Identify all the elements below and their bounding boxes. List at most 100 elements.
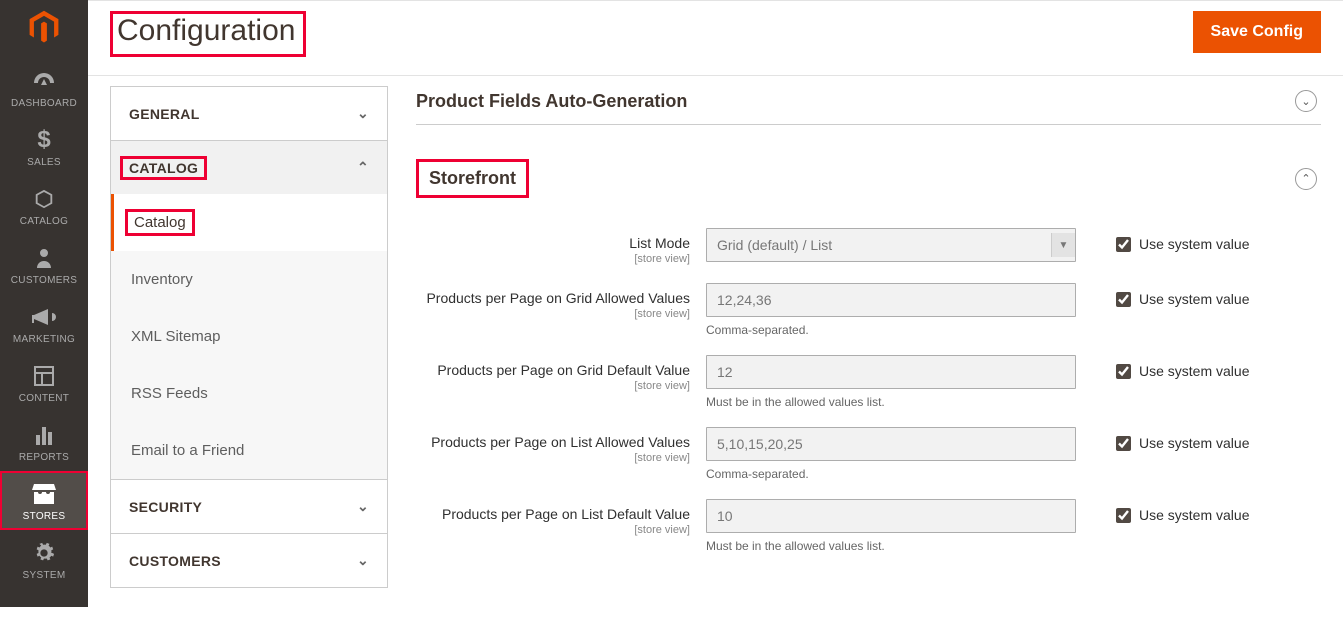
field-control: Must be in the allowed values list. [706,499,1076,553]
nav-marketing[interactable]: MARKETING [0,294,88,353]
fieldset-title: Product Fields Auto-Generation [416,91,687,112]
field-control: Must be in the allowed values list. [706,355,1076,409]
config-item-label: XML Sitemap [131,328,220,345]
config-section-general[interactable]: GENERAL ⌄ [111,87,387,141]
expand-icon[interactable]: ⌄ [1295,90,1317,112]
nav-dashboard[interactable]: DASHBOARD [0,58,88,117]
config-section-label: GENERAL [129,106,200,122]
field-label: Products per Page on Grid Default Value … [416,355,706,392]
gauge-icon [32,68,56,94]
field-control: Comma-separated. [706,283,1076,337]
config-section-label: CUSTOMERS [129,553,221,569]
config-item-catalog[interactable]: Catalog [111,194,387,251]
nav-label: DASHBOARD [11,98,77,109]
grid-default-input[interactable] [706,355,1076,389]
list-default-input[interactable] [706,499,1076,533]
fieldset-title: Storefront [416,159,529,198]
config-item-label: Inventory [131,271,193,288]
use-system-checkbox[interactable] [1116,237,1131,252]
chevron-down-icon: ⌄ [357,498,369,515]
use-system-checkbox[interactable] [1116,508,1131,523]
use-system-checkbox[interactable] [1116,364,1131,379]
use-system-value[interactable]: Use system value [1076,228,1249,252]
field-note: Comma-separated. [706,467,1076,481]
fieldset-product-fields: Product Fields Auto-Generation ⌄ [416,86,1321,125]
nav-stores[interactable]: STORES [0,471,88,530]
grid-allowed-input[interactable] [706,283,1076,317]
fieldset-storefront: Storefront ⌃ List Mode [store view] Grid… [416,155,1321,553]
field-grid-default: Products per Page on Grid Default Value … [416,337,1321,409]
content: GENERAL ⌄ CATALOG ⌃ Catalog [88,76,1343,618]
nav-label: SALES [27,157,61,168]
save-config-button[interactable]: Save Config [1193,11,1321,53]
nav-label: CONTENT [19,393,69,404]
field-label: List Mode [store view] [416,228,706,265]
config-item-email-friend[interactable]: Email to a Friend [111,422,387,479]
fieldset-head[interactable]: Storefront ⌃ [416,155,1321,210]
chevron-up-icon: ⌃ [357,159,369,176]
config-section-catalog[interactable]: CATALOG ⌃ Catalog Inventory XML Sitemap [111,141,387,480]
config-item-label: Email to a Friend [131,442,244,459]
nav-label: SYSTEM [23,570,66,581]
config-item-rss-feeds[interactable]: RSS Feeds [111,365,387,422]
field-control: Grid (default) / List ▼ [706,228,1076,262]
config-item-xml-sitemap[interactable]: XML Sitemap [111,308,387,365]
field-label: Products per Page on Grid Allowed Values… [416,283,706,320]
settings-panel: Product Fields Auto-Generation ⌄ Storefr… [416,86,1321,588]
list-mode-select[interactable]: Grid (default) / List ▼ [706,228,1076,262]
field-list-mode: List Mode [store view] Grid (default) / … [416,210,1321,265]
dollar-icon: $ [37,127,50,153]
use-system-value[interactable]: Use system value [1076,355,1249,379]
chevron-down-icon: ⌄ [357,552,369,569]
page-title-highlight: Configuration [110,11,306,57]
nav-content[interactable]: CONTENT [0,353,88,412]
list-allowed-input[interactable] [706,427,1076,461]
config-section-security[interactable]: SECURITY ⌄ [111,480,387,534]
config-item-label: Catalog [134,214,186,231]
cube-icon [33,186,55,212]
main: Configuration Save Config GENERAL ⌄ CATA… [88,0,1343,618]
field-note: Must be in the allowed values list. [706,539,1076,553]
config-item-inventory[interactable]: Inventory [111,251,387,308]
chevron-down-icon: ▼ [1051,233,1075,257]
nav-customers[interactable]: CUSTOMERS [0,235,88,294]
field-list-allowed: Products per Page on List Allowed Values… [416,409,1321,481]
config-item-highlight: Catalog [125,209,195,236]
bars-icon [34,422,54,448]
config-sub-list: Catalog Inventory XML Sitemap RSS Feeds … [111,194,387,479]
nav-system[interactable]: SYSTEM [0,530,88,589]
admin-sidebar: DASHBOARD $ SALES CATALOG CUSTOMERS MARK… [0,0,88,607]
field-label: Products per Page on List Default Value … [416,499,706,536]
nav-catalog[interactable]: CATALOG [0,176,88,235]
nav-reports[interactable]: REPORTS [0,412,88,471]
select-value: Grid (default) / List [717,237,832,253]
nav-label: REPORTS [19,452,69,463]
fieldset-head[interactable]: Product Fields Auto-Generation ⌄ [416,86,1321,125]
nav-label: MARKETING [13,334,75,345]
use-system-checkbox[interactable] [1116,292,1131,307]
page-header: Configuration Save Config [88,0,1343,76]
config-section-customers[interactable]: CUSTOMERS ⌄ [111,534,387,588]
chevron-down-icon: ⌄ [357,105,369,122]
use-system-value[interactable]: Use system value [1076,427,1249,451]
use-system-value[interactable]: Use system value [1076,499,1249,523]
use-system-checkbox[interactable] [1116,436,1131,451]
config-nav: GENERAL ⌄ CATALOG ⌃ Catalog [110,86,388,588]
megaphone-icon [32,304,56,330]
field-control: Comma-separated. [706,427,1076,481]
magento-logo[interactable] [23,6,65,48]
field-note: Must be in the allowed values list. [706,395,1076,409]
gear-icon [33,540,55,566]
collapse-icon[interactable]: ⌃ [1295,168,1317,190]
person-icon [35,245,53,271]
nav-label: STORES [23,511,66,522]
nav-label: CUSTOMERS [11,275,77,286]
store-icon [32,481,56,507]
field-list-default: Products per Page on List Default Value … [416,481,1321,553]
use-system-value[interactable]: Use system value [1076,283,1249,307]
field-label: Products per Page on List Allowed Values… [416,427,706,464]
nav-label: CATALOG [20,216,68,227]
config-section-label: CATALOG [129,160,198,176]
nav-sales[interactable]: $ SALES [0,117,88,176]
config-item-label: RSS Feeds [131,385,208,402]
